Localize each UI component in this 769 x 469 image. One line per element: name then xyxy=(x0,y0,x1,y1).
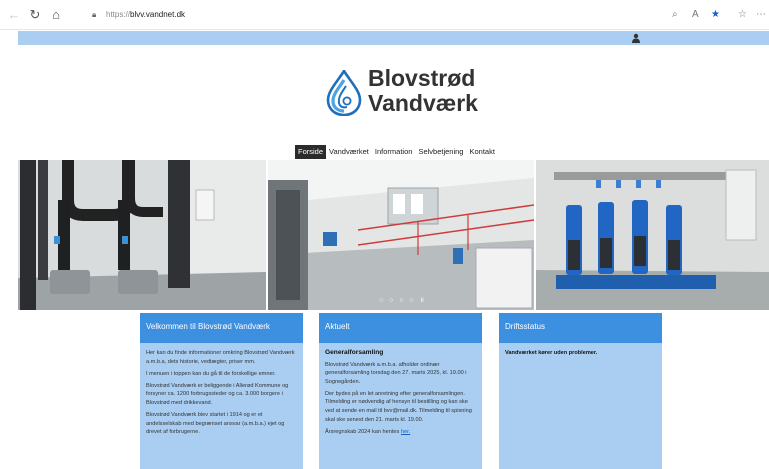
hero-image-pumps xyxy=(536,160,769,310)
refresh-icon[interactable]: ↻ xyxy=(27,7,43,23)
status-message: Vandværket kører uden problemer. xyxy=(505,350,598,356)
news-heading: Generalforsamling xyxy=(325,349,384,356)
welcome-panel: Velkommen til Blovstrød Vandværk Her kan… xyxy=(140,313,303,469)
welcome-paragraph: I menuen i toppen kan du gå til de forsk… xyxy=(146,370,276,377)
menu-item-selvbetjening[interactable]: Selvbetjening xyxy=(415,145,466,159)
main-menu: Forside Vandværket Information Selvbetje… xyxy=(295,145,498,159)
menu-item-forside[interactable]: Forside xyxy=(295,145,327,159)
menu-item-information[interactable]: Information xyxy=(372,145,416,159)
annual-report-line: Årsregnskab 2024 kan hentes her. xyxy=(325,428,411,435)
welcome-paragraph: Her kan du finde informationer omkring B… xyxy=(146,350,295,365)
hero-image-plant-hall xyxy=(268,160,534,310)
welcome-title: Velkommen til Blovstrød Vandværk xyxy=(140,313,303,343)
welcome-paragraph: Blovstrød Vandværk er beliggende i Aller… xyxy=(146,382,289,406)
browser-toolbar: ← ↻ ⌂ 🔒︎ https://blvv.vandnet.dk ⌕ A ★ ☆ … xyxy=(0,0,769,30)
zoom-icon[interactable]: ⌕ xyxy=(672,7,678,23)
top-strip xyxy=(18,31,769,45)
back-icon[interactable]: ← xyxy=(6,7,22,23)
news-title: Aktuelt xyxy=(319,313,482,343)
lock-icon: 🔒︎ xyxy=(92,10,97,19)
address-bar[interactable]: 🔒︎ https://blvv.vandnet.dk xyxy=(92,5,662,25)
menu-item-kontakt[interactable]: Kontakt xyxy=(466,145,497,159)
favorites-icon[interactable]: ☆ xyxy=(738,7,747,23)
welcome-paragraph: Blovstrød Vandværk blev startet i 1914 o… xyxy=(146,412,285,436)
favorite-star-icon[interactable]: ★ xyxy=(711,7,720,23)
slider-dots[interactable]: ○ ○ ○ ○ ॥ xyxy=(379,296,426,305)
status-title: Driftsstatus xyxy=(499,313,662,343)
more-icon[interactable]: ⋯ xyxy=(756,7,766,23)
menu-item-vandvaerket[interactable]: Vandværket xyxy=(326,145,372,159)
annual-report-link[interactable]: her. xyxy=(401,429,410,435)
hero-image-filters xyxy=(18,160,266,310)
read-aloud-icon[interactable]: A xyxy=(692,7,699,23)
home-icon[interactable]: ⌂ xyxy=(48,7,64,23)
login-user-icon[interactable] xyxy=(631,33,641,43)
news-paragraph: Blovstrød Vandværk a.m.b.a. afholder ord… xyxy=(325,361,467,385)
site-title[interactable]: Blovstrød Vandværk xyxy=(368,66,478,116)
water-drop-logo-icon[interactable] xyxy=(325,70,363,116)
status-panel: Driftsstatus Vandværket kører uden probl… xyxy=(499,313,662,469)
news-paragraph: Der bydes på en let anretning efter gene… xyxy=(325,390,472,423)
news-panel: Aktuelt Generalforsamling Blovstrød Vand… xyxy=(319,313,482,469)
